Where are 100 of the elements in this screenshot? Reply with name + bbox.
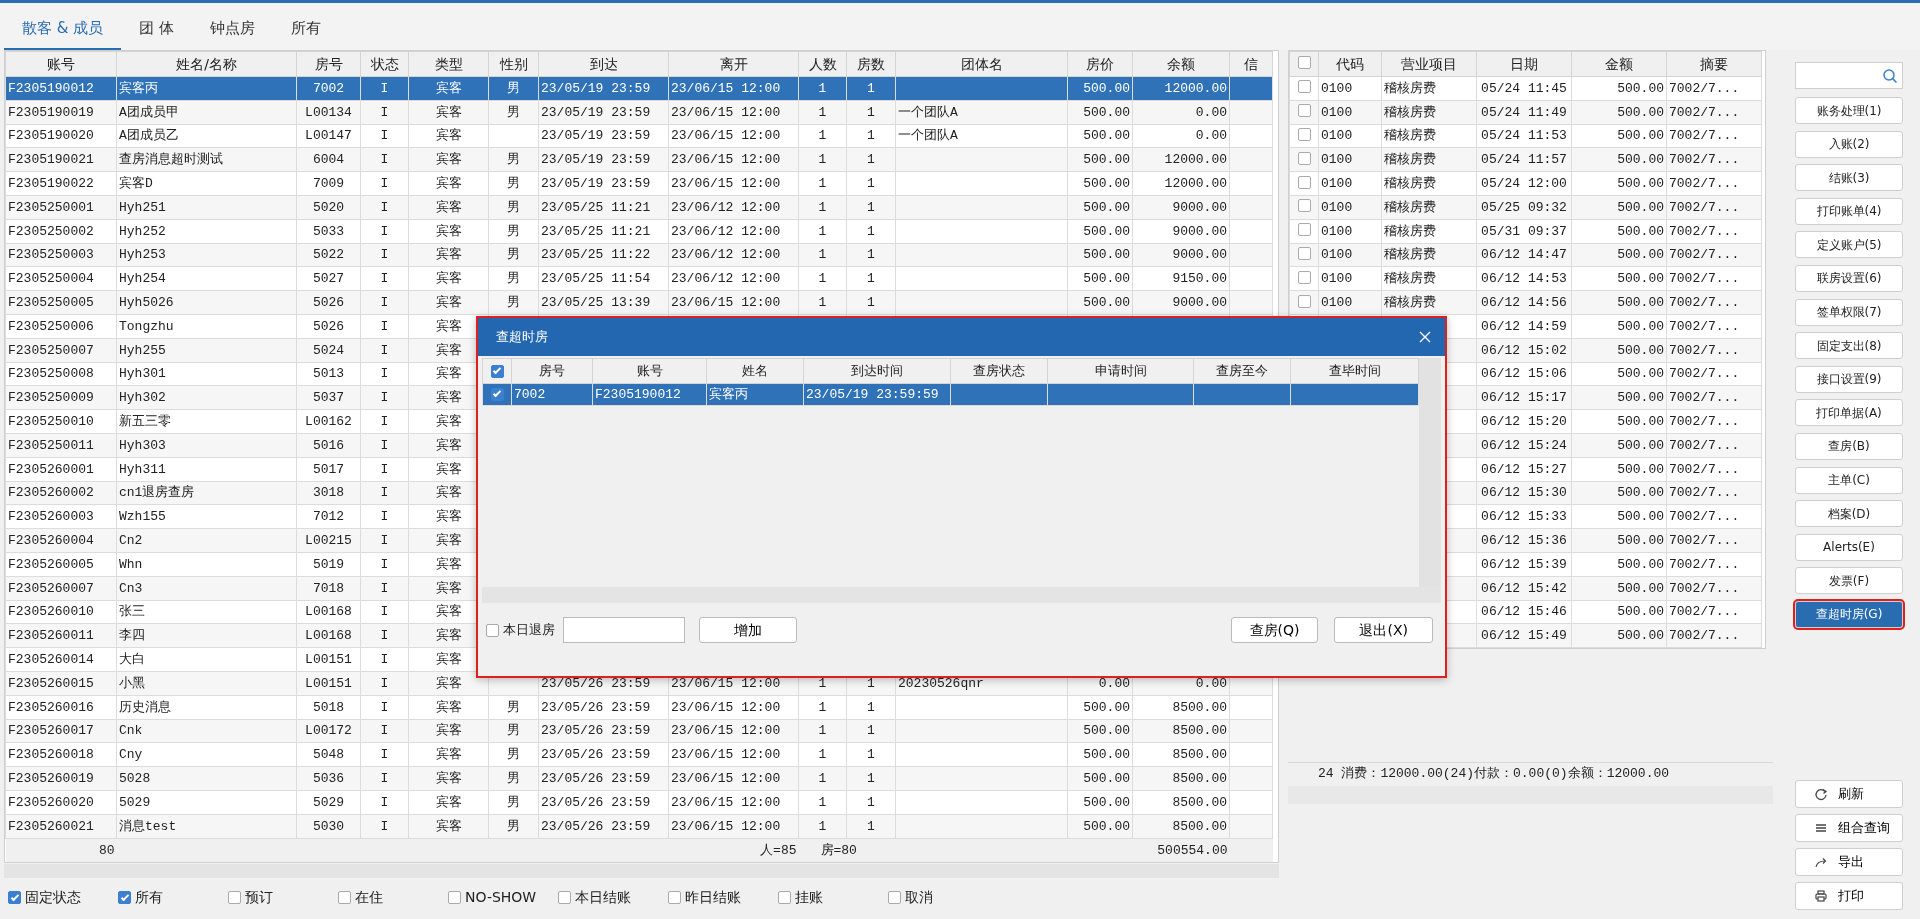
checkbox[interactable] xyxy=(1297,80,1311,94)
tab[interactable]: 团 体 xyxy=(121,6,192,50)
table-cell: 06/12 14:53 xyxy=(1476,266,1572,291)
column-header[interactable]: 房价 xyxy=(1067,51,1133,77)
column-header[interactable]: 信 xyxy=(1229,51,1273,77)
column-header[interactable]: 余额 xyxy=(1132,51,1230,77)
column-header[interactable]: 金额 xyxy=(1571,51,1667,77)
table-cell: 500.00 xyxy=(1067,266,1133,291)
checkbox[interactable] xyxy=(448,891,461,904)
table-cell: I xyxy=(360,195,409,220)
action-button[interactable]: 定义账户(5) xyxy=(1795,231,1903,259)
column-header[interactable]: 查房状态 xyxy=(950,358,1048,384)
tab[interactable]: 所有 xyxy=(273,6,339,50)
checkbox[interactable] xyxy=(228,891,241,904)
text-field[interactable] xyxy=(563,617,685,643)
column-header[interactable]: 账号 xyxy=(5,51,117,77)
checkbox[interactable] xyxy=(1297,199,1311,213)
column-header[interactable]: 房数 xyxy=(846,51,896,77)
tool-button[interactable]: 刷新 xyxy=(1795,780,1903,808)
tool-button[interactable]: 导出 xyxy=(1795,848,1903,876)
column-header[interactable]: 房号 xyxy=(296,51,361,77)
check-button[interactable]: 查房(Q) xyxy=(1230,617,1319,643)
table-cell: I xyxy=(360,814,409,838)
checkbox[interactable] xyxy=(1297,294,1311,308)
filter-label: 预订 xyxy=(245,888,273,907)
close-icon[interactable] xyxy=(1419,331,1431,343)
column-header[interactable]: 到达 xyxy=(538,51,669,77)
column-header[interactable]: 查房至今 xyxy=(1193,358,1291,384)
table-cell: 7002/7... xyxy=(1666,433,1762,458)
table-cell: Hyh255 xyxy=(116,338,297,363)
column-header[interactable]: 房号 xyxy=(511,358,593,384)
checkbox[interactable] xyxy=(486,623,499,637)
action-button[interactable]: 主单(C) xyxy=(1795,466,1903,494)
table-cell: 05/25 09:32 xyxy=(1476,195,1572,220)
action-button[interactable]: 打印单据(A) xyxy=(1795,399,1903,427)
action-button[interactable]: 查房(B) xyxy=(1795,432,1903,460)
checkbox[interactable] xyxy=(8,891,21,904)
action-button[interactable]: 查超时房(G) xyxy=(1795,600,1903,628)
scrollbar[interactable] xyxy=(4,863,1279,878)
checkbox[interactable] xyxy=(1297,151,1311,165)
column-header[interactable]: 姓名 xyxy=(706,358,804,384)
action-button[interactable]: 入账(2) xyxy=(1795,130,1903,158)
table-cell: 500.00 xyxy=(1571,338,1667,363)
action-button[interactable]: 固定支出(8) xyxy=(1795,332,1903,360)
table-cell: 5030 xyxy=(296,814,361,838)
checkbox[interactable] xyxy=(338,891,351,904)
table-cell: F2305260002 xyxy=(5,481,117,505)
table-cell: F2305250005 xyxy=(5,290,117,315)
exit-button[interactable]: 退出(X) xyxy=(1334,617,1433,643)
column-header[interactable]: 人数 xyxy=(798,51,847,77)
action-button[interactable]: 发票(F) xyxy=(1795,567,1903,595)
column-header[interactable]: 类型 xyxy=(408,51,489,77)
checkbox[interactable] xyxy=(778,891,791,904)
column-header[interactable]: 查毕时间 xyxy=(1290,358,1419,384)
action-button[interactable]: 结账(3) xyxy=(1795,164,1903,192)
column-header[interactable]: 营业项目 xyxy=(1381,51,1477,77)
tool-button[interactable]: 组合查询 xyxy=(1795,814,1903,842)
checkbox[interactable] xyxy=(1297,128,1311,141)
action-button[interactable]: 联房设置(6) xyxy=(1795,264,1903,292)
action-button[interactable]: 打印账单(4) xyxy=(1795,197,1903,225)
checkbox[interactable] xyxy=(1297,175,1311,189)
column-header[interactable]: 性别 xyxy=(488,51,539,77)
checkbox[interactable] xyxy=(1297,55,1311,69)
checkbox[interactable] xyxy=(490,364,504,378)
action-button[interactable]: 签单权限(7) xyxy=(1795,298,1903,326)
checkbox[interactable] xyxy=(490,387,504,401)
table-cell: 9150.00 xyxy=(1132,266,1230,291)
tab[interactable]: 钟点房 xyxy=(192,6,273,50)
checkbox[interactable] xyxy=(1297,270,1311,284)
add-button[interactable]: 增加 xyxy=(699,617,797,643)
checkbox[interactable] xyxy=(1297,104,1311,118)
search-field[interactable] xyxy=(1795,62,1903,89)
table-cell: 23/06/12 12:00 xyxy=(668,219,799,244)
table-cell: 7002/7... xyxy=(1666,385,1762,410)
action-button[interactable]: 账务处理(1) xyxy=(1795,97,1903,124)
checkbox[interactable] xyxy=(1297,223,1311,237)
column-header[interactable]: 离开 xyxy=(668,51,799,77)
checkbox[interactable] xyxy=(668,891,681,904)
column-header[interactable]: 日期 xyxy=(1476,51,1572,77)
action-button[interactable]: 接口设置(9) xyxy=(1795,365,1903,393)
checkbox[interactable] xyxy=(118,891,131,904)
column-header[interactable]: 摘要 xyxy=(1666,51,1762,77)
column-header[interactable]: 团体名 xyxy=(895,51,1068,77)
table-cell: cn1退房查房 xyxy=(116,481,297,505)
checkbox[interactable] xyxy=(1297,246,1311,260)
action-button[interactable]: 档案(D) xyxy=(1795,500,1903,528)
table-cell: 5013 xyxy=(296,362,361,386)
action-button[interactable]: Alerts(E) xyxy=(1795,533,1903,561)
checkbox[interactable] xyxy=(888,891,901,904)
column-header[interactable]: 账号 xyxy=(592,358,707,384)
column-header[interactable]: 申请时间 xyxy=(1047,358,1194,384)
scrollbar[interactable] xyxy=(1419,358,1441,587)
table-cell: 1 xyxy=(846,742,896,767)
column-header[interactable]: 到达时间 xyxy=(803,358,951,384)
column-header[interactable]: 姓名/名称 xyxy=(116,51,297,77)
checkbox[interactable] xyxy=(558,891,571,904)
tool-button[interactable]: 打印 xyxy=(1795,882,1903,910)
column-header[interactable]: 状态 xyxy=(360,51,409,77)
table-cell: 5026 xyxy=(296,314,361,339)
column-header[interactable]: 代码 xyxy=(1318,51,1382,77)
